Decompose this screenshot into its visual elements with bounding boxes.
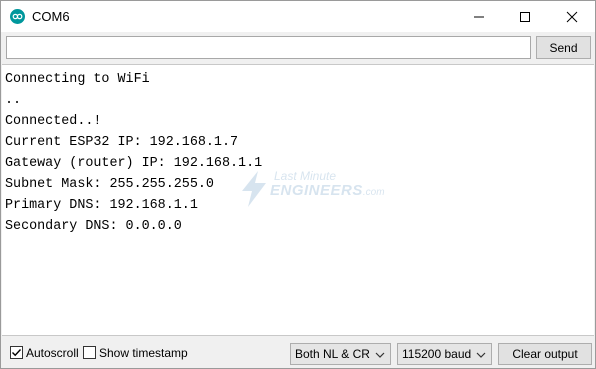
close-icon — [566, 11, 578, 22]
serial-output-line: Current ESP32 IP: 192.168.1.7 — [5, 135, 239, 150]
serial-output-line: Gateway (router) IP: 192.168.1.1 — [5, 156, 263, 171]
serial-output[interactable]: Connecting to WiFi.. Connected..! Current … — [2, 64, 594, 336]
serial-output-line: Subnet Mask: 255.255.255.0 — [5, 177, 214, 192]
send-button[interactable]: Send — [536, 36, 591, 59]
line-ending-select[interactable]: Both NL & CR — [290, 343, 391, 365]
serial-output-line: Connecting to WiFi — [5, 72, 150, 87]
watermark-logo: Last Minute ENGINEERS.com — [234, 169, 394, 209]
window-title: COM6 — [32, 9, 70, 24]
show-timestamp-label[interactable]: Show timestamp — [99, 346, 188, 360]
serial-output-text: Connecting to WiFi.. Connected..! Current … — [5, 69, 262, 237]
close-button[interactable] — [549, 1, 595, 32]
serial-output-line: .. — [5, 93, 22, 108]
serial-monitor-window: COM6 Send Connecting to WiFi.. Connected.… — [0, 0, 596, 369]
title-bar[interactable]: COM6 — [1, 1, 595, 32]
autoscroll-checkbox[interactable] — [10, 346, 23, 359]
watermark-suffix: .com — [362, 187, 385, 198]
bottom-bar: Autoscroll Show timestamp Both NL & CR 1… — [1, 337, 595, 368]
autoscroll-label[interactable]: Autoscroll — [26, 346, 79, 360]
serial-output-line: Connected..! — [5, 114, 102, 129]
baud-rate-select[interactable]: 115200 baud — [397, 343, 492, 365]
maximize-icon — [520, 11, 530, 22]
send-input[interactable] — [6, 36, 531, 59]
show-timestamp-checkbox[interactable] — [83, 346, 96, 359]
checkmark-icon — [12, 349, 22, 357]
arduino-icon — [10, 9, 25, 24]
serial-output-line: Primary DNS: 192.168.1.1 — [5, 198, 198, 213]
minimize-icon — [474, 16, 484, 17]
clear-output-button[interactable]: Clear output — [498, 343, 592, 365]
chevron-down-icon — [476, 352, 486, 358]
line-ending-value: Both NL & CR — [295, 347, 370, 361]
watermark-line2: ENGINEERS.com — [270, 182, 385, 199]
watermark-brand: ENGINEERS — [270, 182, 363, 199]
minimize-button[interactable] — [456, 1, 502, 32]
maximize-button[interactable] — [502, 1, 548, 32]
serial-output-line: Secondary DNS: 0.0.0.0 — [5, 219, 182, 234]
baud-rate-value: 115200 baud — [402, 347, 472, 361]
chevron-down-icon — [375, 352, 385, 358]
watermark-line1: Last Minute — [274, 169, 337, 183]
